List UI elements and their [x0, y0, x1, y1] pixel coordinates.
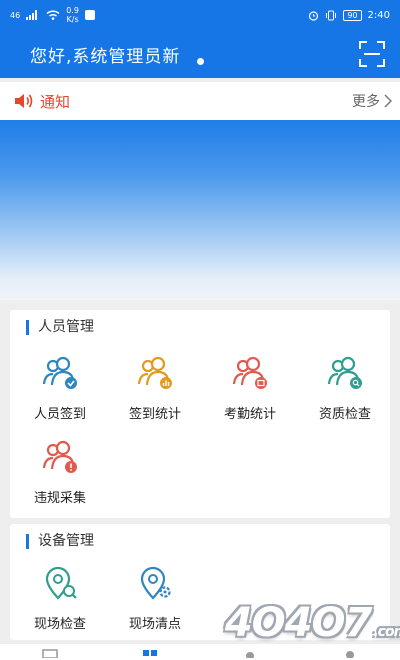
tile-qualification-check[interactable]: 资质检查: [300, 354, 390, 422]
tile-site-inspect[interactable]: 现场检查: [15, 564, 105, 632]
tile-label: 签到统计: [128, 407, 181, 422]
tile-label: 违规采集: [33, 491, 86, 506]
apps-icon: [143, 650, 157, 656]
notice-bar[interactable]: 通知 更多: [0, 82, 400, 120]
status-bar: 46 0.9 K/s 90 2:40: [0, 0, 400, 30]
status-bar-left: 46 0.9 K/s: [10, 6, 95, 24]
section-title-people: 人员管理: [26, 320, 94, 335]
violation-collect-icon: [42, 440, 77, 473]
tile-label: 现场检查: [33, 617, 86, 632]
site-count-icon: [140, 566, 171, 600]
clock: 2:40: [367, 9, 390, 21]
speaker-icon: [15, 94, 33, 108]
tile-label: 考勤统计: [223, 407, 276, 422]
speed-value: 0.9: [66, 6, 79, 15]
speed-unit: K/s: [66, 15, 79, 24]
people-management-card: 人员管理 人员签到 签到统计 考勤统计 资质检查 违规采集: [10, 310, 390, 518]
app-notification-icon: [84, 10, 95, 20]
wifi-icon: [46, 10, 60, 20]
nav-home[interactable]: [38, 648, 62, 660]
tile-label: 资质检查: [318, 407, 371, 422]
scan-icon: [359, 41, 385, 67]
tile-violation-collect[interactable]: 违规采集: [15, 438, 105, 506]
tile-person-signin[interactable]: 人员签到: [15, 354, 105, 422]
tile-site-count[interactable]: 现场清点: [110, 564, 200, 632]
chevron-right-icon: [384, 94, 392, 108]
nav-apps[interactable]: [138, 648, 162, 660]
qualification-check-icon: [327, 356, 362, 389]
more-label: 更多: [352, 94, 380, 110]
tile-attendance-stats[interactable]: 考勤统计: [205, 354, 295, 422]
person-signin-icon: [42, 356, 77, 389]
message-icon: [246, 652, 254, 658]
header-dot: [197, 58, 204, 65]
tile-label: 人员签到: [33, 407, 86, 422]
attendance-stats-icon: [232, 356, 267, 389]
signal-icon: [26, 10, 38, 20]
profile-icon: [346, 651, 354, 658]
sky-banner: [0, 120, 400, 300]
site-inspect-icon: [45, 566, 77, 600]
network-type: 46: [10, 10, 21, 20]
notice-left: 通知: [14, 91, 70, 112]
section-title-device: 设备管理: [26, 534, 94, 549]
watermark-suffix: .com: [373, 624, 400, 640]
status-bar-right: 90 2:40: [308, 9, 390, 21]
battery-indicator: 90: [343, 9, 362, 21]
network-speed: 0.9 K/s: [66, 6, 79, 24]
scan-button[interactable]: [358, 40, 386, 68]
bottom-navigation: [0, 644, 400, 660]
greeting-title: 您好,系统管理员新: [30, 46, 181, 67]
nav-profile[interactable]: [338, 648, 362, 660]
alarm-icon: [309, 10, 319, 21]
signin-stats-icon: [137, 356, 172, 389]
app-header: 您好,系统管理员新: [0, 30, 400, 78]
vibrate-icon: [326, 10, 337, 20]
notice-title: 通知: [40, 92, 71, 111]
tile-signin-stats[interactable]: 签到统计: [110, 354, 200, 422]
nav-messages[interactable]: [238, 648, 262, 660]
site-watermark: 4O4O7 .com: [225, 600, 400, 646]
more-link[interactable]: 更多: [352, 91, 392, 111]
tile-label: 现场清点: [128, 617, 181, 632]
home-icon: [42, 649, 58, 658]
watermark-text: 4O4O7: [224, 600, 373, 646]
